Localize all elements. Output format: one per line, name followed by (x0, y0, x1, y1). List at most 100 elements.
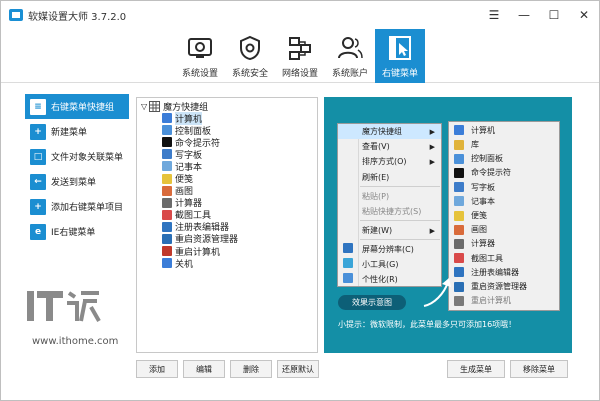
nav-item-label: IE右键菜单 (51, 228, 96, 238)
tree-item[interactable]: 记事本 (162, 160, 238, 173)
tree-item[interactable]: 命令提示符 (162, 136, 238, 149)
submenu-preview: 计算机库控制面板命令提示符 写字板 记事本便笺 画图 计算器 截图工具 注册表编辑器 重启资源… (448, 121, 560, 311)
send-to-icon: ← (30, 173, 46, 190)
main-toolbar: 系统设置 系统安全 网络设置 系统账户 右键菜单 (1, 29, 599, 83)
preview-panel: 魔方快捷组 ▶ 查看(V) ▶ 排序方式(O) ▶ 刷新(E) 粘贴(P) 粘贴快捷方式(S) 新… (324, 97, 572, 353)
tree-item-label: 写字板 (175, 150, 203, 161)
tree-item-label: 重启资源管理器 (175, 235, 239, 246)
context-menu-item-label: 排序方式(O) (362, 157, 407, 166)
submenu-item[interactable]: 便笺 (449, 208, 559, 223)
context-menu-item[interactable]: 粘贴(P) (338, 189, 441, 204)
restore-default-button[interactable]: 还原默认 (277, 360, 319, 378)
context-menu-item[interactable]: 屏幕分辨率(C) (338, 242, 441, 257)
submenu-item[interactable]: 重启计算机 (449, 293, 559, 308)
submenu-item[interactable]: 计算器 (449, 237, 559, 252)
tree-item-icon (162, 125, 172, 136)
tree-item[interactable]: 计算机 (162, 111, 238, 125)
submenu-item[interactable]: 注册表编辑器 (449, 265, 559, 280)
context-menu-item[interactable]: 查看(V) ▶ (338, 139, 441, 154)
tab-system-security[interactable]: 系统安全 (225, 29, 275, 83)
tree-item[interactable]: 注册表编辑器 (162, 221, 238, 233)
context-menu-item[interactable]: 刷新(E) (338, 170, 441, 185)
collapse-icon[interactable]: ▽ (141, 102, 147, 111)
submenu-item[interactable]: 库 (449, 137, 559, 152)
tree-item-icon (162, 221, 172, 232)
close-button[interactable]: ✕ (569, 1, 599, 29)
nav-item-add-context-menu-item[interactable]: + 添加右键菜单项目 (25, 194, 129, 219)
main-menu-button[interactable]: ☰ (479, 1, 509, 29)
maximize-button[interactable]: ☐ (539, 1, 569, 29)
tree-item[interactable]: 关机 (162, 257, 238, 270)
tree-item[interactable]: 重启资源管理器 (162, 233, 238, 245)
submenu-item-label: 便笺 (471, 211, 487, 221)
tab-context-menu[interactable]: 右键菜单 (375, 29, 425, 83)
tree-item-label: 命令提示符 (175, 138, 221, 149)
tree-item[interactable]: 控制面板 (162, 124, 238, 137)
app-logo-icon (9, 9, 23, 21)
submenu-item[interactable]: 控制面板 (449, 151, 559, 166)
submenu-item[interactable]: 画图 (449, 222, 559, 237)
submenu-item-icon (454, 224, 464, 235)
context-menu-item[interactable]: 新建(W) ▶ (338, 223, 441, 238)
submenu-item-icon (454, 153, 464, 164)
tree-item-label: 计算机 (175, 111, 203, 125)
context-menu-preview: 魔方快捷组 ▶ 查看(V) ▶ 排序方式(O) ▶ 刷新(E) 粘贴(P) 粘贴快捷方式(S) 新… (337, 123, 442, 287)
nav-item-file-association-menu[interactable]: □ 文件对象关联菜单 (25, 144, 129, 169)
submenu-arrow-icon: ▶ (429, 127, 435, 136)
tab-system-settings[interactable]: 系统设置 (175, 29, 225, 83)
submenu-item[interactable]: 写字板 (449, 180, 559, 195)
submenu-item[interactable]: 记事本 (449, 194, 559, 209)
context-menu-item-label: 小工具(G) (362, 260, 399, 269)
submenu-item-label: 计算机 (471, 125, 495, 135)
delete-button[interactable]: 删除 (230, 360, 272, 378)
tree-item[interactable]: 写字板 (162, 148, 238, 161)
nav-item-context-menu-group[interactable]: ≡ 右键菜单快捷组 (25, 94, 129, 119)
minimize-button[interactable]: — (509, 1, 539, 29)
submenu-item-icon (454, 125, 464, 136)
context-menu-item-label: 个性化(R) (362, 275, 398, 284)
submenu-item-label: 控制面板 (471, 154, 503, 164)
tree-item[interactable]: 重启计算机 (162, 245, 238, 258)
submenu-arrow-icon: ▶ (429, 226, 435, 235)
users-icon (338, 37, 363, 59)
tab-network-settings[interactable]: 网络设置 (275, 29, 325, 83)
submenu-item[interactable]: 重启资源管理器 (449, 279, 559, 294)
submenu-item[interactable]: 计算机 (449, 123, 559, 138)
ithome-logo (27, 291, 101, 322)
remove-menu-button[interactable]: 移除菜单 (510, 360, 568, 378)
tree-items: 计算机 控制面板 命令提示符 写字板 记事本 便笺 画图 计算器 截图工具注册表编辑器 重启资源管… (162, 111, 238, 270)
generate-menu-button[interactable]: 生成菜单 (447, 360, 505, 378)
shield-gear-icon (240, 35, 260, 61)
submenu-arrow-icon: ▶ (429, 157, 435, 166)
context-menu-item[interactable]: 粘贴快捷方式(S) (338, 204, 441, 219)
nav-item-ie-context-menu[interactable]: e IE右键菜单 (25, 219, 129, 244)
context-menu-item[interactable]: 魔方快捷组 ▶ (338, 124, 441, 139)
file-association-icon: □ (30, 148, 46, 165)
nav-item-label: 添加右键菜单项目 (51, 203, 124, 213)
tab-system-accounts[interactable]: 系统账户 (325, 29, 375, 83)
context-menu-item-label: 屏幕分辨率(C) (362, 245, 414, 254)
tree-item[interactable]: 画图 (162, 185, 238, 197)
curved-arrow-icon (423, 278, 451, 307)
tree-item-label: 关机 (175, 259, 194, 270)
context-menu-item[interactable]: 小工具(G) (338, 257, 441, 272)
nav-item-new-menu[interactable]: + 新建菜单 (25, 119, 129, 144)
submenu-item[interactable]: 截图工具 (449, 251, 559, 266)
tree-item-label: 注册表编辑器 (175, 223, 230, 234)
context-menu-item-label: 粘贴快捷方式(S) (362, 207, 422, 216)
submenu-item[interactable]: 命令提示符 (449, 166, 559, 181)
tree-item[interactable]: 便笺 (162, 172, 238, 185)
tab-label: 系统设置 (181, 69, 218, 79)
tree-item[interactable]: 计算器 (162, 197, 238, 209)
submenu-item-icon (454, 182, 464, 193)
edit-button[interactable]: 编辑 (183, 360, 225, 378)
tree-item-icon (162, 113, 172, 124)
title-bar: 软媒设置大师 3.7.2.0 ☰ — ☐ ✕ (1, 1, 599, 29)
context-menu-item[interactable]: 排序方式(O) ▶ (338, 154, 441, 169)
tree-item[interactable]: 截图工具 (162, 209, 238, 221)
nav-item-send-to-menu[interactable]: ← 发送到菜单 (25, 169, 129, 194)
system-settings-icon (188, 38, 212, 58)
add-button[interactable]: 添加 (136, 360, 178, 378)
menu-group-icon: ≡ (30, 98, 46, 115)
context-menu-item-label: 刷新(E) (362, 173, 390, 182)
